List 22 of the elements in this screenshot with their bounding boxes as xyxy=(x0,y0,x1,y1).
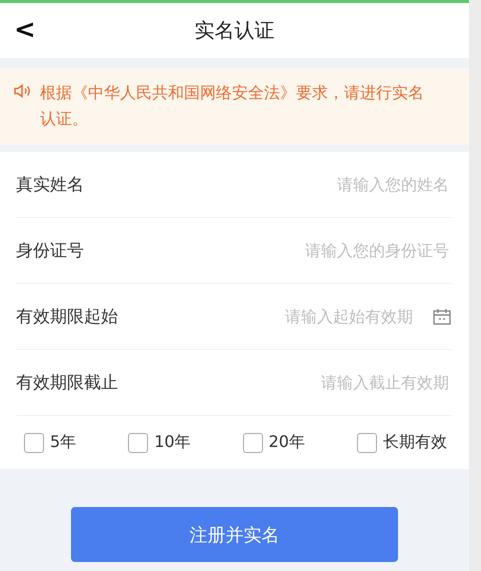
input-field[interactable]: 请输入起始有效期 xyxy=(118,306,415,327)
checkbox-label: 20年 xyxy=(268,432,305,453)
checkbox-label: 长期有效 xyxy=(383,432,447,453)
field-label: 真实姓名 xyxy=(16,174,84,196)
checkbox[interactable] xyxy=(357,432,377,452)
field-label: 有效期限起始 xyxy=(16,306,118,328)
checkbox[interactable] xyxy=(242,432,263,452)
submit-button[interactable]: 注册并实名 xyxy=(71,507,398,562)
input-field[interactable]: 请输入您的身份证号 xyxy=(84,240,451,261)
field-label: 身份证号 xyxy=(16,240,84,262)
page-title: 实名认证 xyxy=(194,17,274,44)
calendar-icon[interactable] xyxy=(433,308,451,324)
speaker-icon xyxy=(14,84,32,98)
input-field[interactable]: 请输入您的姓名 xyxy=(84,174,451,195)
checkbox-label: 10年 xyxy=(154,432,191,453)
back-button[interactable]: < xyxy=(14,15,36,45)
notice-text: 根据《中华人民共和国网络安全法》要求，请进行实名认证。 xyxy=(40,82,425,130)
checkbox[interactable] xyxy=(128,432,148,452)
checkbox[interactable] xyxy=(24,432,44,452)
field-label: 有效期限截止 xyxy=(16,372,118,394)
input-field[interactable]: 请输入截止有效期 xyxy=(118,372,451,393)
checkbox-label: 5年 xyxy=(50,432,76,453)
